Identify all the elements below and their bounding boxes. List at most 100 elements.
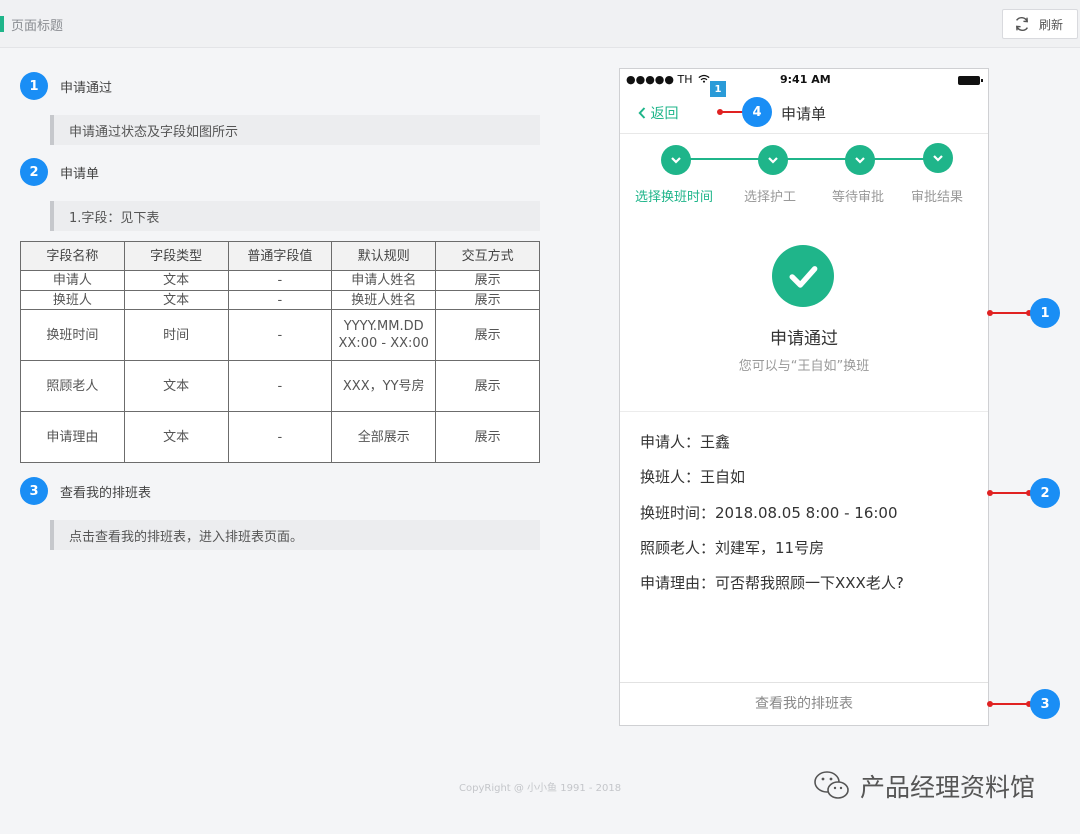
column-header: 交互方式: [435, 241, 540, 271]
status-time: 9:41 AM: [780, 73, 831, 86]
annotation-badge-2: 2: [1030, 478, 1060, 508]
back-button[interactable]: 返回: [638, 103, 678, 123]
step-1-done-icon: [661, 145, 691, 175]
page-title: 页面标题: [11, 19, 64, 34]
section-1-heading: 1 申请通过: [20, 72, 112, 100]
table-cell: 展示: [435, 411, 540, 463]
table-cell: 文本: [123, 270, 229, 291]
section-number-badge: 1: [20, 72, 48, 100]
result-title: 申请通过: [770, 329, 838, 349]
section-2-heading: 2 申请单: [20, 158, 99, 186]
table-cell: 全部展示: [331, 411, 437, 463]
table-cell: 文本: [123, 360, 229, 412]
step-2-done-icon: [758, 145, 788, 175]
table-cell: 换班时间: [20, 309, 125, 361]
table-row: 换班时间 时间 - YYYY.MM.DD XX:00 - XX:00 展示: [20, 309, 540, 361]
column-header: 字段名称: [20, 241, 125, 271]
watermark-text: 产品经理资料馆: [860, 773, 1036, 802]
steps-progress-line: [676, 158, 940, 160]
table-cell: 展示: [435, 290, 540, 310]
annotation-badge-1: 1: [1030, 298, 1060, 328]
step-3-done-icon: [845, 145, 875, 175]
view-schedule-button[interactable]: 查看我的排班表: [620, 682, 988, 725]
signal-text: ●●●●● TH: [626, 73, 693, 86]
carrier-signal: ●●●●● TH: [626, 73, 710, 86]
table-cell: YYYY.MM.DD XX:00 - XX:00: [331, 309, 437, 361]
table-cell: 申请人姓名: [331, 270, 437, 291]
annotation-tag: 1: [710, 81, 726, 97]
wechat-icon: [814, 771, 849, 799]
table-cell: -: [227, 290, 333, 310]
refresh-button[interactable]: 刷新: [1002, 9, 1078, 39]
table-cell: 时间: [123, 309, 229, 361]
section-3-note: 点击查看我的排班表，进入排班表页面。: [50, 520, 540, 550]
step-4-done-icon: [923, 143, 953, 173]
chevron-down-icon: [855, 157, 865, 164]
table-row: 申请理由 文本 - 全部展示 展示: [20, 411, 540, 463]
table-cell: 申请人: [20, 270, 125, 291]
title-accent-bar: [0, 16, 4, 32]
table-header-row: 字段名称 字段类型 普通字段值 默认规则 交互方式: [20, 241, 540, 271]
column-header: 字段类型: [123, 241, 229, 271]
annotation-badge-3: 3: [1030, 689, 1060, 719]
section-number-badge: 3: [20, 477, 48, 505]
table-cell: XXX，YY号房: [331, 360, 437, 412]
section-3-heading: 3 查看我的排班表: [20, 477, 151, 505]
section-title: 申请通过: [60, 80, 113, 96]
table-cell: 换班人: [20, 290, 125, 310]
result-subtitle: 您可以与“王自如”换班: [738, 359, 870, 374]
info-applicant: 申请人：王鑫: [640, 433, 731, 451]
chevron-left-icon: [638, 107, 646, 119]
phone-mockup: ●●●●● TH 9:41 AM 返回 申请单 选择换班时间 选择护工 等待审批…: [619, 68, 989, 726]
divider: [620, 411, 988, 412]
step-label: 选择换班时间: [635, 190, 714, 205]
chevron-down-icon: [671, 157, 681, 164]
section-2-note: 1.字段：见下表: [50, 201, 540, 231]
refresh-icon: [1015, 16, 1029, 32]
step-label: 选择护工: [744, 190, 797, 205]
table-cell: -: [227, 309, 333, 361]
wifi-icon: [698, 74, 710, 83]
table-cell: -: [227, 411, 333, 463]
table-cell: 展示: [435, 270, 540, 291]
table-cell: 换班人姓名: [331, 290, 437, 310]
annotation-badge-4: 4: [742, 97, 772, 127]
info-swap-person: 换班人：王自如: [640, 468, 746, 486]
nav-bar: 返回 申请单: [620, 91, 988, 134]
table-cell: 照顾老人: [20, 360, 125, 412]
check-icon: [789, 266, 818, 288]
table-cell: 文本: [123, 290, 229, 310]
chevron-down-icon: [933, 155, 943, 162]
column-header: 默认规则: [331, 241, 437, 271]
watermark: 产品经理资料馆: [812, 768, 1035, 804]
section-number-badge: 2: [20, 158, 48, 186]
section-title: 申请单: [60, 166, 100, 182]
step-label: 等待审批: [832, 190, 885, 205]
column-header: 普通字段值: [227, 241, 333, 271]
table-cell: -: [227, 360, 333, 412]
nav-title: 申请单: [781, 105, 827, 123]
page-header: 页面标题 刷新: [0, 0, 1080, 48]
table-cell: 展示: [435, 309, 540, 361]
info-reason: 申请理由：可否帮我照顾一下XXX老人?: [640, 574, 904, 592]
table-row: 换班人 文本 - 换班人姓名 展示: [20, 290, 540, 310]
step-label: 审批结果: [911, 190, 964, 205]
battery-icon: [958, 76, 983, 85]
annotation-pin-line: [720, 111, 744, 113]
info-swap-time: 换班时间：2018.08.05 8:00 - 16:00: [640, 504, 898, 522]
table-cell: 展示: [435, 360, 540, 412]
section-title: 查看我的排班表: [60, 485, 152, 501]
back-label: 返回: [650, 106, 679, 122]
chevron-down-icon: [768, 157, 778, 164]
table-row: 申请人 文本 - 申请人姓名 展示: [20, 270, 540, 291]
table-row: 照顾老人 文本 - XXX，YY号房 展示: [20, 360, 540, 412]
field-spec-table: 字段名称 字段类型 普通字段值 默认规则 交互方式 申请人 文本 - 申请人姓名…: [20, 241, 540, 463]
refresh-label: 刷新: [1039, 17, 1064, 32]
section-1-note: 申请通过状态及字段如图所示: [50, 115, 540, 145]
table-cell: 申请理由: [20, 411, 125, 463]
table-cell: -: [227, 270, 333, 291]
success-check-icon: [772, 245, 834, 307]
info-elder: 照顾老人：刘建军，11号房: [640, 539, 825, 557]
table-cell: 文本: [123, 411, 229, 463]
copyright-text: CopyRight @ 小小鱼 1991 - 2018: [459, 783, 622, 794]
